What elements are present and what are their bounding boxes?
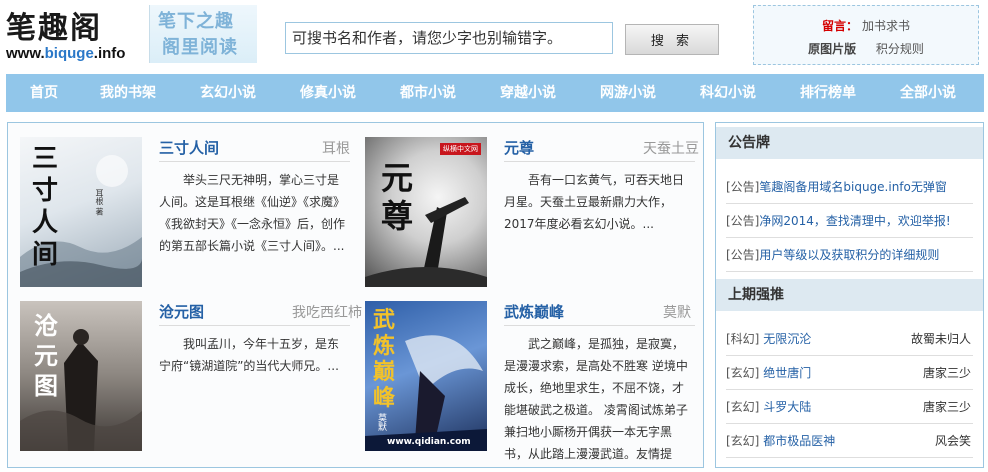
notice-row: 留言： 加书求书 [754,17,978,34]
genre-tag: [玄幻] [726,434,760,448]
genre-tag: [科幻] [726,332,760,346]
top-pick-item[interactable]: [玄幻] 斗罗大陆 唐家三少 [726,391,973,424]
book-description: 举头三尺无神明，掌心三寸是人间。这是耳根继《仙逆》《求魔》《我欲封天》《一念永恒… [159,173,346,253]
book-cover[interactable]: 武炼巅峰 莫默 www.qidian.com [365,301,487,451]
book-title[interactable]: 武炼巅峰 [504,301,564,322]
cover-badge: 纵横中文网 [440,143,481,155]
top-pick-author: 唐家三少 [922,400,971,414]
original-version-link[interactable]: 原图片版 [808,42,856,56]
nav-all-novels[interactable]: 全部小说 [878,74,978,112]
sidebar: 公告牌 [公告]笔趣阁备用域名biquge.info无弹窗 [公告]净网2014… [715,122,984,468]
top-pick-author: 唐家三少 [922,366,971,380]
book-author: 莫默 [663,305,691,321]
top-pick-item[interactable]: [玄幻] 绝世唐门 唐家三少 [726,357,973,390]
notice-text[interactable]: 笔趣阁备用域名biquge.info无弹窗 [759,180,947,194]
book-author: 天蚕土豆 [643,141,699,157]
logo-slogan-line-1: 笔下之趣 [158,11,234,32]
top-pick-author: 风会笑 [934,434,971,448]
book-author: 耳根 [322,141,350,157]
book-cover[interactable]: 纵横中文网 元尊 [365,137,487,287]
nav-dushi[interactable]: 都市小说 [378,74,478,112]
top-pick-item[interactable]: [科幻] 无限沉沦 故蜀未归人 [726,323,973,356]
notice-tag: [公告] [726,180,760,194]
cover-author: 莫默 [376,413,386,431]
top-pick-title[interactable]: 绝世唐门 [763,366,811,380]
notice-label: 留言： [821,19,858,33]
nav-xiuzhen[interactable]: 修真小说 [278,74,378,112]
logo-domain-accent: biquge [44,45,94,62]
divider [159,325,350,326]
book-author: 我吃西红柿 [292,305,362,321]
book-card: 沧元图 沧元图 我吃西红柿 我叫孟川，今年十五岁，是东宁府“镜湖道院”的当代大师… [20,301,362,453]
cover-title: 三寸人间 [32,144,59,270]
book-cover[interactable]: 沧元图 [20,301,142,451]
book-card: 武炼巅峰 莫默 www.qidian.com 武炼巅峰 莫默 武之巅峰，是孤独，… [365,301,695,461]
logo-title: 笔趣阁 [6,11,102,46]
notice-item[interactable]: [公告]用户等级以及获取积分的详细规则 [726,239,973,272]
nav-kehuan[interactable]: 科幻小说 [678,74,778,112]
notice-item[interactable]: [公告]净网2014，查找清理中，欢迎举报! [726,205,973,238]
top-pick-item[interactable]: [玄幻] 都市极品医神 风会笑 [726,425,973,458]
search-input[interactable] [285,22,613,54]
top-pick-title[interactable]: 都市极品医神 [763,434,835,448]
request-book-link[interactable]: 加书求书 [862,19,910,33]
book-card: 三寸人间 耳根 著 三寸人间 耳根 举头三尺无神明，掌心三寸是人间。这是耳根继《… [20,137,350,289]
nav-chuanyue[interactable]: 穿越小说 [478,74,578,112]
divider [159,161,350,162]
book-title[interactable]: 三寸人间 [159,137,219,158]
book-cover[interactable]: 三寸人间 耳根 著 [20,137,142,287]
book-description: 吾有一口玄黄气，可吞天地日月星。天蚕土豆最新鼎力大作，2017年度必看玄幻小说。… [504,173,685,231]
nav-ranking[interactable]: 排行榜单 [778,74,878,112]
top-picks-title: 上期强推 [716,279,983,311]
notice-tag: [公告] [726,214,760,228]
logo-domain-prefix: www. [6,45,45,62]
cover-site: www.qidian.com [387,437,471,447]
header: 笔趣阁 www.biquge.info 笔下之趣 阁里阅读 搜 索 留言： 加书求… [0,0,988,70]
top-pick-title[interactable]: 斗罗大陆 [763,400,811,414]
search-button[interactable]: 搜 索 [625,24,719,55]
nav-wangyou[interactable]: 网游小说 [578,74,678,112]
notice-text[interactable]: 净网2014，查找清理中，欢迎举报! [759,214,950,228]
featured-books: 三寸人间 耳根 著 三寸人间 耳根 举头三尺无神明，掌心三寸是人间。这是耳根继《… [7,122,704,468]
notice-board-title: 公告牌 [716,127,983,159]
cover-title: 元尊 [381,159,414,235]
notice-text[interactable]: 用户等级以及获取积分的详细规则 [759,248,939,262]
top-pick-author: 故蜀未归人 [910,332,971,346]
book-title[interactable]: 元尊 [504,137,534,158]
links-row: 原图片版 积分规则 [754,40,978,57]
divider [504,161,695,162]
nav-bookshelf[interactable]: 我的书架 [78,74,178,112]
cover-title: 沧元图 [34,311,58,400]
book-card: 纵横中文网 元尊 元尊 天蚕土豆 吾有一口玄黄气，可吞天地日月星。天蚕土豆最新鼎… [365,137,699,289]
main-nav: 首页 我的书架 玄幻小说 修真小说 都市小说 穿越小说 网游小说 科幻小说 排行… [6,74,984,112]
top-pick-title[interactable]: 无限沉沦 [763,332,811,346]
cover-author: 耳根 著 [95,189,104,216]
genre-tag: [玄幻] [726,400,760,414]
logo-domain-suffix: .info [93,45,126,62]
points-rules-link[interactable]: 积分规则 [876,42,924,56]
site-logo[interactable]: 笔趣阁 www.biquge.info 笔下之趣 阁里阅读 [4,3,257,63]
book-title[interactable]: 沧元图 [159,301,204,322]
book-description: 我叫孟川，今年十五岁，是东宁府“镜湖道院”的当代大师兄。... [159,337,340,373]
divider [504,325,695,326]
logo-slogan: 笔下之趣 阁里阅读 [149,5,257,63]
notice-tag: [公告] [726,248,760,262]
cover-title: 武炼巅峰 [373,307,396,411]
header-links-box: 留言： 加书求书 原图片版 积分规则 [753,5,979,65]
book-description: 武之巅峰，是孤独，是寂寞，是漫漫求索，是高处不胜寒 逆境中成长，绝地里求生，不屈… [504,337,688,461]
logo-domain: www.biquge.info [6,45,125,62]
logo-slogan-line-2: 阁里阅读 [162,37,238,58]
nav-xuanhuan[interactable]: 玄幻小说 [178,74,278,112]
notice-item[interactable]: [公告]笔趣阁备用域名biquge.info无弹窗 [726,171,973,204]
genre-tag: [玄幻] [726,366,760,380]
